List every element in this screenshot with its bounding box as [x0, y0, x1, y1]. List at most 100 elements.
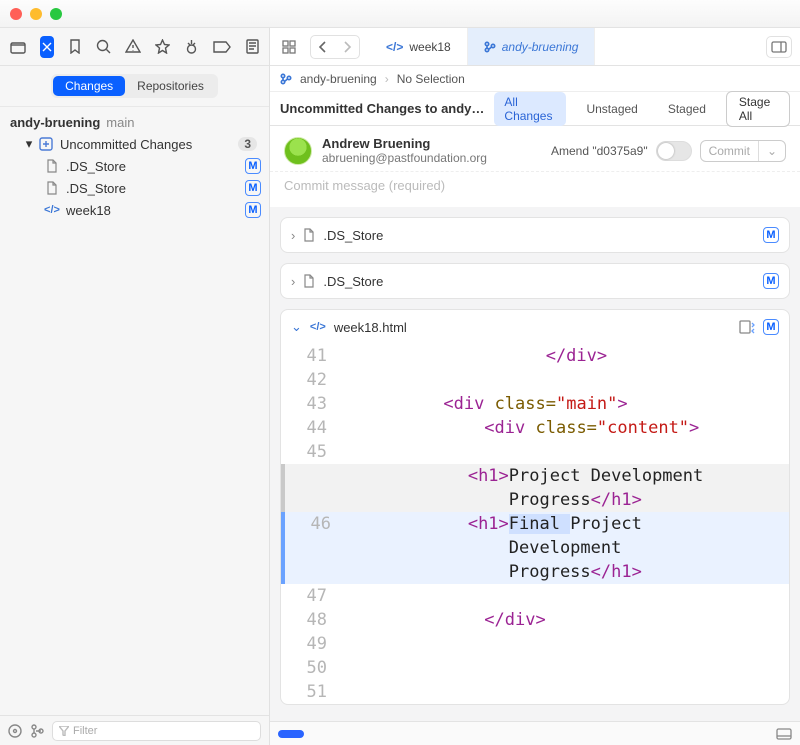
- file-icon: [303, 228, 315, 242]
- line-number: 42: [281, 368, 341, 392]
- code-file-icon: </>: [310, 321, 326, 333]
- code-line: <div class="main">: [341, 392, 789, 416]
- issues-nav-icon[interactable]: [125, 36, 141, 58]
- filter-placeholder: Filter: [73, 725, 97, 737]
- tests-nav-icon[interactable]: [155, 36, 170, 58]
- commit-author-row: Andrew Bruening abruening@pastfoundation…: [270, 126, 800, 172]
- debug-nav-icon[interactable]: [184, 36, 199, 58]
- code-line: [341, 584, 789, 608]
- code-file-icon: </>: [386, 40, 403, 54]
- code-line: </div>: [341, 344, 789, 368]
- stage-all-button[interactable]: Stage All: [726, 91, 790, 127]
- sidebar-segmented: Changes Repositories: [0, 66, 269, 107]
- repo-row[interactable]: andy-bruening main: [0, 111, 269, 133]
- filter-unstaged[interactable]: Unstaged: [576, 99, 647, 119]
- line-number-added: [285, 536, 345, 560]
- repo-name: andy-bruening: [10, 115, 100, 130]
- toggle-review-icon[interactable]: [776, 728, 792, 740]
- code-line: [341, 656, 789, 680]
- code-line-added: Development: [345, 536, 789, 560]
- uncommitted-row[interactable]: ▾ Uncommitted Changes 3: [0, 133, 269, 155]
- funnel-icon: [59, 726, 69, 736]
- changes-group-icon: [38, 137, 54, 151]
- filter-input[interactable]: Filter: [52, 721, 261, 741]
- line-number-added: [285, 560, 345, 584]
- branch-icon: [280, 73, 292, 85]
- breadcrumb-repo: andy-bruening: [300, 72, 377, 86]
- commit-options-button[interactable]: ⌄: [759, 141, 785, 161]
- line-number: 50: [281, 656, 341, 680]
- related-items-icon[interactable]: [278, 36, 300, 58]
- minimap-indicator[interactable]: [278, 730, 304, 738]
- avatar: [284, 137, 312, 165]
- modified-badge: M: [245, 180, 261, 196]
- chevron-down-icon: ▾: [24, 136, 34, 152]
- modified-badge: M: [245, 158, 261, 174]
- code-line: [341, 680, 789, 704]
- editor-area: </> week18 andy-bruening andy-bruening ›…: [270, 28, 800, 745]
- modified-badge: M: [245, 202, 261, 218]
- filter-all-changes[interactable]: All Changes: [494, 92, 566, 126]
- file-icon: [303, 274, 315, 288]
- segment-changes[interactable]: Changes: [53, 76, 125, 96]
- chevron-right-icon[interactable]: ›: [291, 228, 295, 243]
- filter-staged[interactable]: Staged: [658, 99, 716, 119]
- segment-repositories[interactable]: Repositories: [125, 76, 216, 96]
- file-row[interactable]: </> week18 M: [0, 199, 269, 221]
- file-name: .DS_Store: [66, 181, 241, 196]
- breadcrumb[interactable]: andy-bruening › No Selection: [270, 66, 800, 92]
- zoom-window-button[interactable]: [50, 8, 62, 20]
- branch-name: main: [106, 115, 134, 130]
- minimize-window-button[interactable]: [30, 8, 42, 20]
- file-name: .DS_Store: [66, 159, 241, 174]
- filter-settings-icon[interactable]: [8, 724, 22, 738]
- tab-andy-bruening[interactable]: andy-bruening: [468, 28, 596, 65]
- amend-toggle[interactable]: [656, 141, 692, 161]
- folder-nav-icon[interactable]: [10, 36, 26, 58]
- forward-button[interactable]: [335, 36, 359, 58]
- tab-week18[interactable]: </> week18: [370, 28, 468, 65]
- file-card-name: .DS_Store: [323, 274, 755, 289]
- line-number: 47: [281, 584, 341, 608]
- reports-nav-icon[interactable]: [245, 36, 259, 58]
- code-line: [341, 368, 789, 392]
- file-name: week18: [66, 203, 241, 218]
- traffic-lights: [10, 8, 62, 20]
- search-nav-icon[interactable]: [96, 36, 111, 58]
- file-icon: [44, 159, 60, 173]
- stage-hunk-icon[interactable]: [739, 320, 755, 334]
- chevron-right-icon: ›: [385, 72, 389, 86]
- editor-footer: [270, 721, 800, 745]
- sidebar-toolbar: [0, 28, 269, 66]
- sidebar-footer: Filter: [0, 715, 269, 745]
- modified-badge: M: [763, 319, 779, 335]
- line-number-deleted: [285, 464, 345, 488]
- diff-scroll[interactable]: › .DS_Store M › .DS_Store M: [270, 207, 800, 721]
- file-row[interactable]: .DS_Store M: [0, 155, 269, 177]
- editor-tabs: </> week18 andy-bruening: [370, 28, 762, 65]
- file-row[interactable]: .DS_Store M: [0, 177, 269, 199]
- code-line-deleted: <h1>Project Development: [345, 464, 789, 488]
- chevron-down-icon[interactable]: ⌄: [291, 319, 302, 335]
- diff-view: 41 </div> 42 43 <div class="main"> 44 <d…: [281, 344, 789, 704]
- line-number: 49: [281, 632, 341, 656]
- code-line-added: <h1>Final Project: [345, 512, 789, 536]
- back-button[interactable]: [311, 36, 335, 58]
- amend-label: Amend "d0375a9": [551, 144, 648, 158]
- code-line: [341, 632, 789, 656]
- close-window-button[interactable]: [10, 8, 22, 20]
- file-card: › .DS_Store M: [280, 217, 790, 253]
- branch-icon: [484, 41, 496, 53]
- toggle-inspector-icon[interactable]: [766, 36, 792, 58]
- breakpoints-nav-icon[interactable]: [213, 36, 231, 58]
- bookmark-nav-icon[interactable]: [68, 36, 82, 58]
- commit-button[interactable]: Commit: [701, 141, 759, 161]
- source-control-nav-icon[interactable]: [40, 36, 54, 58]
- file-card-name: week18.html: [334, 320, 731, 335]
- chevron-right-icon[interactable]: ›: [291, 274, 295, 289]
- commit-message-input[interactable]: Commit message (required): [270, 172, 800, 207]
- line-number: 46: [285, 512, 345, 536]
- scm-filter-icon[interactable]: [30, 724, 44, 738]
- code-line-added: Progress</h1>: [345, 560, 789, 584]
- tab-label: andy-bruening: [502, 40, 579, 54]
